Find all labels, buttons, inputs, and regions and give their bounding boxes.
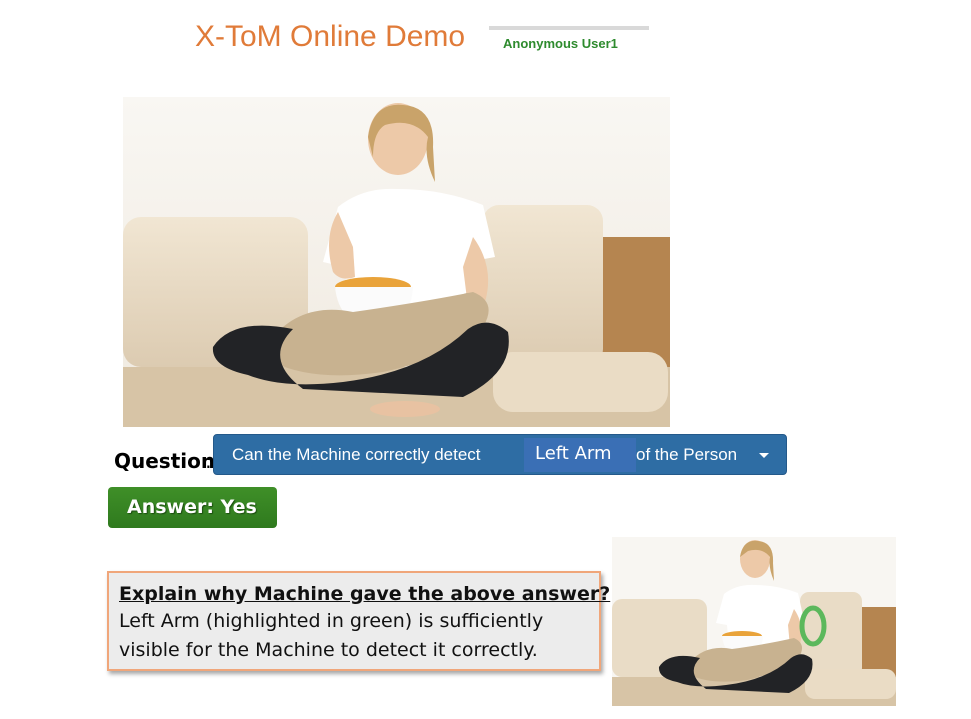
explanation-title: Explain why Machine gave the above answe… xyxy=(119,583,611,605)
explanation-photo xyxy=(612,537,896,706)
user-badge: Anonymous User1 xyxy=(489,26,649,54)
explanation-box: Explain why Machine gave the above answe… xyxy=(107,571,611,671)
main-photo xyxy=(123,97,670,427)
question-suffix-text: of the Person xyxy=(636,445,738,464)
question-prefix-text: Can the Machine correctly detect xyxy=(232,445,481,464)
app-title: X-ToM Online Demo xyxy=(195,20,466,53)
body-part-select[interactable]: Left Arm xyxy=(524,438,636,472)
caret-down-icon xyxy=(759,453,769,458)
question-label: Question xyxy=(114,449,216,473)
explanation-text: Left Arm (highlighted in green) is suffi… xyxy=(119,610,544,661)
question-dropdown[interactable]: Can the Machine correctly detect Left Ar… xyxy=(213,434,787,475)
answer-button[interactable]: Answer: Yes xyxy=(108,487,277,528)
question-colon: : xyxy=(205,449,212,473)
